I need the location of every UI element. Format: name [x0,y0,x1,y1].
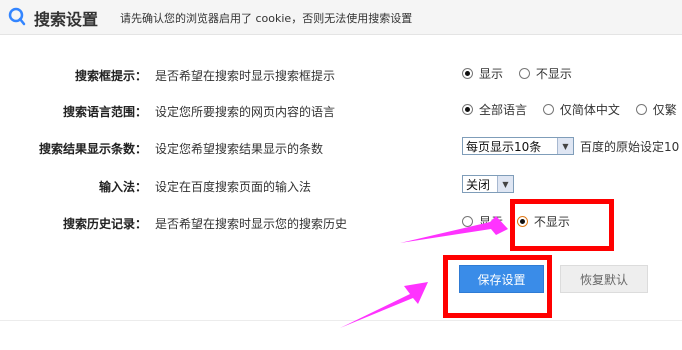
ime-select[interactable]: 关闭 ▼ [462,175,514,193]
setting-desc: 是否希望在搜索时显示搜索框提示 [155,69,336,83]
setting-desc: 设定在百度搜索页面的输入法 [155,180,312,194]
setting-desc: 设定您所要搜索的网页内容的语言 [155,105,336,119]
setting-desc: 设定您希望搜索结果显示的条数 [155,142,324,156]
restore-defaults-button[interactable]: 恢复默认 [560,265,648,293]
arrow-icon [340,282,428,328]
divider [0,320,682,321]
radio-checked-icon [462,104,473,115]
settings-header: 搜索设置 请先确认您的浏览器启用了 cookie，否则无法使用搜索设置 [0,0,682,35]
radio-checked-icon [516,216,528,227]
radio-icon [542,104,554,115]
setting-row-language: 搜索语言范围： 设定您所要搜索的网页内容的语言 全部语言 仅简体中文 仅繁 [0,99,682,123]
setting-row-suggest: 搜索框提示： 是否希望在搜索时显示搜索框提示 显示 不显示 [0,63,682,87]
history-hide-radio[interactable]: 不显示 [516,213,570,230]
history-show-radio[interactable]: 显示 [462,213,503,230]
lang-traditional-radio[interactable]: 仅繁 [635,101,677,118]
save-settings-button[interactable]: 保存设置 [459,265,544,293]
lang-simplified-radio[interactable]: 仅简体中文 [542,101,620,118]
setting-row-history: 搜索历史记录： 是否希望在搜索时显示您的搜索历史 显示 不显示 [0,211,682,235]
default-note: 百度的原始设定10 [580,139,680,154]
lang-all-radio[interactable]: 全部语言 [462,101,527,118]
chevron-down-icon: ▼ [497,176,513,192]
result-count-select[interactable]: 每页显示10条 ▼ [462,137,574,155]
radio-icon [518,68,530,79]
radio-icon [462,216,473,227]
setting-row-count: 搜索结果显示条数： 设定您希望搜索结果显示的条数 每页显示10条 ▼ 百度的原始… [0,136,682,160]
cookie-notice: 请先确认您的浏览器启用了 cookie，否则无法使用搜索设置 [120,12,413,25]
setting-desc: 是否希望在搜索时显示您的搜索历史 [155,217,348,231]
setting-label: 搜索结果显示条数： [38,142,147,156]
radio-icon [635,104,647,115]
page-title: 搜索设置 [34,10,99,29]
setting-label: 搜索语言范围： [62,105,147,119]
chevron-down-icon: ▼ [557,138,573,154]
magnifier-icon [8,7,26,30]
setting-label: 搜索框提示： [74,69,147,83]
suggest-hide-radio[interactable]: 不显示 [518,65,572,82]
setting-label: 搜索历史记录： [62,217,147,231]
radio-checked-icon [462,68,473,79]
suggest-show-radio[interactable]: 显示 [462,65,503,82]
setting-row-ime: 输入法： 设定在百度搜索页面的输入法 关闭 ▼ [0,174,682,198]
setting-label: 输入法： [98,180,147,194]
